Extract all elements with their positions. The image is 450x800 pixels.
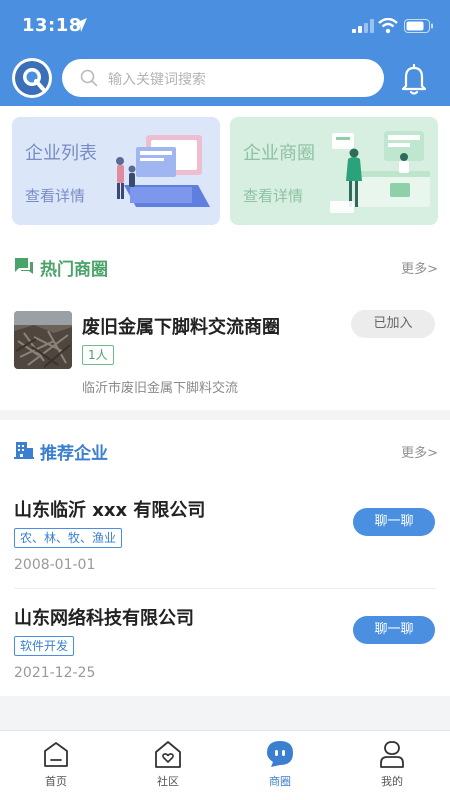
card-title: 企业列表 (25, 143, 97, 164)
tab-business-circle[interactable]: 商圈 (224, 731, 336, 800)
chat-button[interactable]: 聊一聊 (353, 508, 435, 536)
bell-icon[interactable] (398, 62, 430, 96)
enterprise-list-card[interactable]: 企业列表 查看详情 (12, 117, 220, 225)
card-subtitle: 查看详情 (25, 187, 86, 205)
location-arrow-icon (73, 18, 87, 32)
industry-tag: 软件开发 (14, 636, 75, 656)
company-date: 2021-12-25 (14, 665, 96, 681)
battery-icon (404, 19, 433, 33)
section-title: 热门商圈 (40, 260, 108, 280)
company-date: 2008-01-01 (14, 557, 96, 573)
joined-button[interactable]: 已加入 (351, 310, 435, 338)
chat-bubble-icon (267, 741, 293, 767)
more-link[interactable]: 更多> (401, 258, 438, 277)
circle-description: 临沂市废旧金属下脚料交流 (82, 381, 239, 396)
home-icon (44, 742, 68, 767)
profile-icon (380, 741, 404, 768)
row-divider (14, 588, 436, 589)
app-logo-icon[interactable] (12, 58, 52, 98)
status-bar: 13:18 (0, 0, 450, 52)
tab-profile[interactable]: 我的 (336, 731, 448, 800)
laptop-illustration-icon (116, 135, 210, 207)
member-count-badge: 1人 (82, 345, 114, 365)
header: 13:18 输入关键词搜索 (0, 0, 450, 106)
tab-label: 我的 (381, 775, 403, 788)
signal-icon (352, 19, 374, 33)
search-placeholder: 输入关键词搜索 (108, 72, 206, 88)
card-title: 企业商圈 (243, 143, 315, 164)
search-icon (80, 69, 98, 87)
building-icon (14, 442, 34, 459)
company-name[interactable]: 山东网络科技有限公司 (14, 604, 194, 630)
hot-circles-header: 热门商圈 更多> (0, 246, 450, 286)
tab-label: 商圈 (269, 775, 291, 788)
tab-label: 首页 (45, 775, 67, 788)
search-input[interactable]: 输入关键词搜索 (62, 59, 384, 97)
more-link[interactable]: 更多> (401, 442, 438, 461)
chat-icon (15, 258, 33, 274)
industry-tag: 农、林、牧、渔业 (14, 528, 123, 548)
card-subtitle: 查看详情 (243, 187, 304, 205)
tab-community[interactable]: 社区 (112, 731, 224, 800)
enterprise-circle-card[interactable]: 企业商圈 查看详情 (230, 117, 438, 225)
section-divider (0, 696, 450, 730)
circle-thumbnail (14, 311, 72, 369)
tab-home[interactable]: 首页 (0, 731, 112, 800)
section-title: 推荐企业 (40, 444, 108, 464)
office-illustration-icon (330, 131, 430, 213)
tab-label: 社区 (157, 775, 179, 788)
chat-button[interactable]: 聊一聊 (353, 616, 435, 644)
bottom-tab-bar: 首页 社区 商圈 我的 (0, 730, 450, 800)
main-content: 企业列表 查看详情 企业商圈 查看详情 热门商圈 更多> 废旧金属下脚料交流商圈… (0, 106, 450, 730)
wifi-icon (378, 18, 398, 34)
recommended-header: 推荐企业 更多> (0, 430, 450, 470)
circle-name[interactable]: 废旧金属下脚料交流商圈 (82, 313, 280, 339)
section-divider (0, 410, 450, 420)
company-name[interactable]: 山东临沂 xxx 有限公司 (14, 496, 205, 522)
community-icon (155, 741, 181, 768)
